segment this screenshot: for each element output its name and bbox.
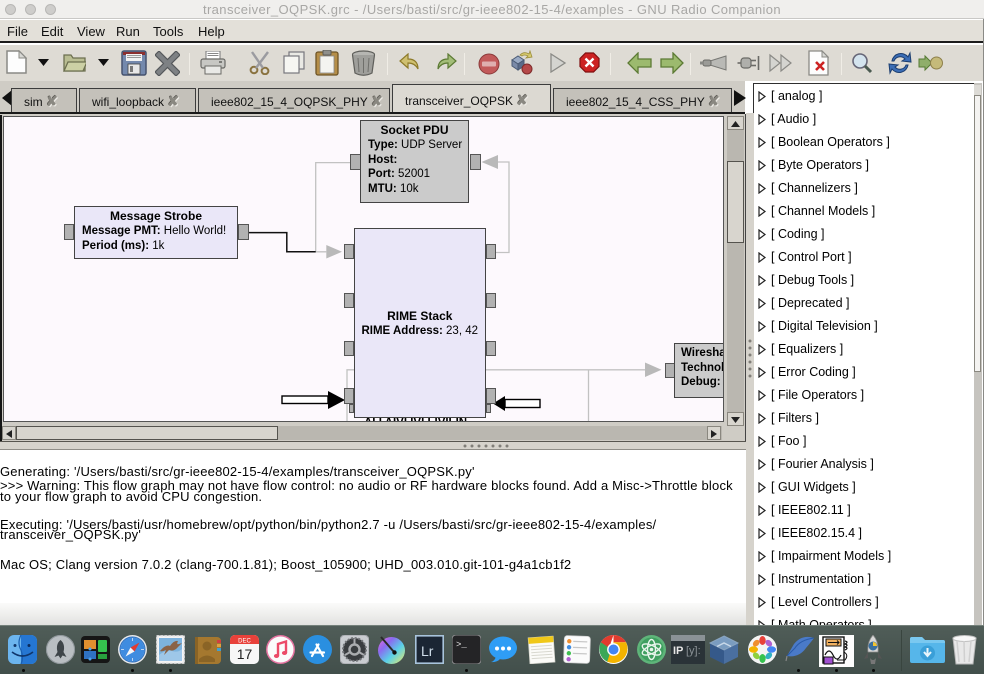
svg-text:>_: >_ <box>456 640 467 650</box>
svg-text:17: 17 <box>237 646 253 662</box>
svg-text:DEC: DEC <box>238 639 251 645</box>
svg-text:Lr: Lr <box>421 643 434 659</box>
svg-text:[y]:: [y]: <box>686 645 701 657</box>
svg-text:IP: IP <box>673 645 683 657</box>
